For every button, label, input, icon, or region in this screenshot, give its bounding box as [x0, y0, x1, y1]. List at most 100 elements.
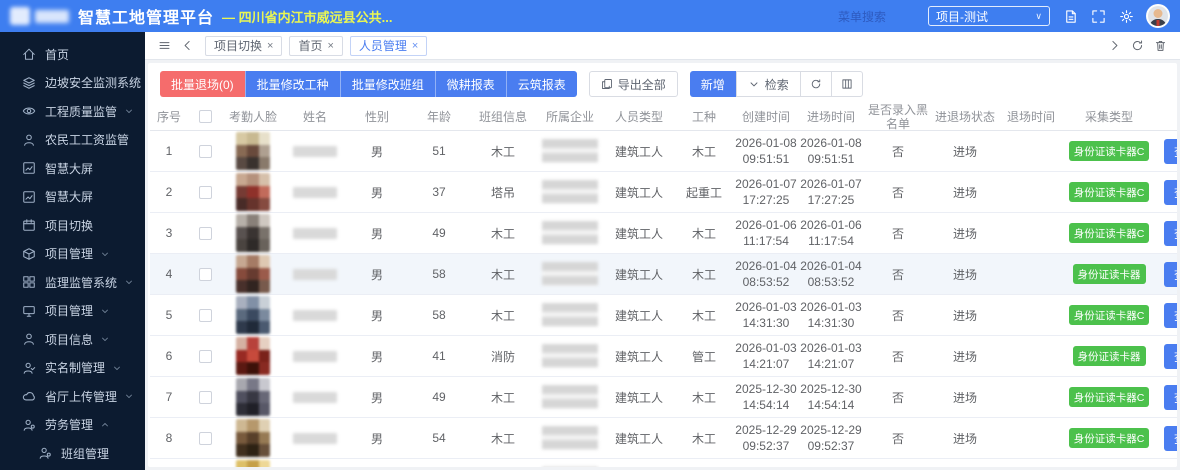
refresh-tab-icon[interactable]: [1131, 39, 1144, 52]
检索-button[interactable]: 检索: [736, 71, 801, 97]
select-all-checkbox[interactable]: [199, 110, 212, 123]
scroll-tabs-left-icon[interactable]: [181, 39, 194, 52]
table-row[interactable]: 4男58木工建筑工人木工2026-01-0408:53:522026-01-04…: [150, 254, 1177, 295]
view-button[interactable]: 查看: [1164, 344, 1177, 369]
sidebar-item-1[interactable]: 边坡安全监测系统: [0, 69, 145, 98]
cell-ptype: 建筑工人: [604, 131, 674, 171]
top-header: 智慧工地管理平台 — 四川省内江市威远县公共... 菜单搜索 项目-测试 ∨: [0, 0, 1180, 32]
close-tabs-trash-icon[interactable]: [1154, 39, 1167, 52]
cell-status: 进场: [932, 418, 998, 458]
tab-人员管理[interactable]: 人员管理 ×: [350, 36, 427, 56]
sidebar-item-4[interactable]: 智慧大屏: [0, 154, 145, 183]
sidebar-item-8[interactable]: 监理监管系统: [0, 268, 145, 297]
row-checkbox[interactable]: [199, 186, 212, 199]
cell-worktype: 起重工: [674, 172, 734, 212]
table-row[interactable]: 8男54木工建筑工人木工2025-12-2909:52:372025-12-29…: [150, 418, 1177, 459]
view-button[interactable]: 查看: [1164, 385, 1177, 410]
avatar[interactable]: [1146, 4, 1170, 28]
sidebar-item-7[interactable]: 项目管理: [0, 240, 145, 269]
云筑报表-button[interactable]: 云筑报表: [506, 71, 577, 97]
redacted-company: [542, 139, 598, 163]
cell-status: 进场: [932, 377, 998, 417]
row-checkbox[interactable]: [199, 145, 212, 158]
table-row[interactable]: 7男49木工建筑工人木工2025-12-3014:54:142025-12-30…: [150, 377, 1177, 418]
table-row[interactable]: 6男41消防建筑工人管工2026-01-0314:21:072026-01-03…: [150, 336, 1177, 377]
cell-blacklist: 否: [864, 418, 932, 458]
row-checkbox[interactable]: [199, 227, 212, 240]
col-exit: 退场时间: [998, 108, 1064, 125]
sidebar-item-13[interactable]: 劳务管理: [0, 411, 145, 440]
cell-gender: 男: [346, 418, 408, 458]
cell-status: 进场: [932, 295, 998, 335]
row-checkbox[interactable]: [199, 268, 212, 281]
sidebar-item-0[interactable]: 首页: [0, 40, 145, 69]
row-checkbox[interactable]: [199, 350, 212, 363]
sidebar-item-2[interactable]: 工程质量监管: [0, 97, 145, 126]
attendance-face-photo: [236, 337, 270, 375]
cell-seq: 1: [150, 131, 188, 171]
col-blacklist: 是否录入黑名单: [864, 103, 932, 131]
view-button[interactable]: 查看: [1164, 262, 1177, 287]
view-button[interactable]: 查看: [1164, 303, 1177, 328]
row-checkbox[interactable]: [199, 432, 212, 445]
chevron-down-icon: ∨: [1035, 11, 1042, 22]
scroll-tabs-right-icon[interactable]: [1108, 39, 1121, 52]
cell-name: [284, 295, 346, 335]
微耕报表-button[interactable]: 微耕报表: [435, 71, 506, 97]
chart-icon: [22, 190, 36, 204]
批量修改班组-button[interactable]: 批量修改班组: [340, 71, 435, 97]
table-row[interactable]: 3男49木工建筑工人木工2026-01-0611:17:542026-01-06…: [150, 213, 1177, 254]
table-row[interactable]: 2男37塔吊建筑工人起重工2026-01-0717:27:252026-01-0…: [150, 172, 1177, 213]
sidebar-subitem[interactable]: 班组管理: [0, 439, 145, 468]
view-button[interactable]: 查看: [1164, 426, 1177, 451]
gear-icon[interactable]: [1119, 9, 1134, 24]
sidebar-item-5[interactable]: 智慧大屏: [0, 183, 145, 212]
cell-company: [536, 459, 604, 467]
view-button[interactable]: 查看: [1164, 139, 1177, 164]
col-created: 创建时间: [734, 108, 798, 125]
cell-name: [284, 213, 346, 253]
新增-button[interactable]: 新增: [690, 71, 736, 97]
close-tab-icon[interactable]: ×: [267, 40, 273, 52]
批量退场(0)-button[interactable]: 批量退场(0): [160, 71, 245, 97]
project-select[interactable]: 项目-测试 ∨: [928, 6, 1050, 26]
tab-首页[interactable]: 首页 ×: [289, 36, 342, 56]
view-button[interactable]: 查看: [1164, 180, 1177, 205]
close-tab-icon[interactable]: ×: [327, 40, 333, 52]
row-checkbox[interactable]: [199, 309, 212, 322]
cell-action: 查看: [1154, 336, 1177, 376]
menu-collapse-icon[interactable]: [158, 39, 171, 52]
cell-created: 2026-01-0717:27:25: [734, 172, 798, 212]
close-tab-icon[interactable]: ×: [412, 40, 418, 52]
sidebar-item-label: 劳务管理: [45, 416, 93, 433]
fullscreen-icon[interactable]: [1091, 9, 1106, 24]
table-row[interactable]: 5男58木工建筑工人木工2026-01-0314:31:302026-01-03…: [150, 295, 1177, 336]
menu-search-link[interactable]: 菜单搜索: [838, 8, 886, 25]
table-row[interactable]: 1男51木工建筑工人木工2026-01-0809:51:512026-01-08…: [150, 131, 1177, 172]
columns-button[interactable]: [831, 71, 863, 97]
col-worktype: 工种: [674, 108, 734, 125]
cell-seq: 6: [150, 336, 188, 376]
collect-type-badge: 身份证读卡器C: [1069, 305, 1150, 325]
table-row[interactable]: 92025-12-292025-12-29身份证读卡器C查看: [150, 459, 1177, 467]
sidebar-item-3[interactable]: 农民工工资监管: [0, 126, 145, 155]
sidebar-item-6[interactable]: 项目切换: [0, 211, 145, 240]
cell-gender: 男: [346, 377, 408, 417]
导出全部-button[interactable]: 导出全部: [589, 71, 678, 97]
row-checkbox[interactable]: [199, 391, 212, 404]
cell-name: [284, 336, 346, 376]
sidebar-item-12[interactable]: 省厅上传管理: [0, 382, 145, 411]
cell-gender: 男: [346, 131, 408, 171]
view-button[interactable]: 查看: [1164, 221, 1177, 246]
sidebar-item-10[interactable]: 项目信息: [0, 325, 145, 354]
refresh-button[interactable]: [800, 71, 832, 97]
批量修改工种-button[interactable]: 批量修改工种: [245, 71, 340, 97]
col-ptype: 人员类型: [604, 108, 674, 125]
sidebar-item-11[interactable]: 实名制管理: [0, 354, 145, 383]
tab-项目切换[interactable]: 项目切换 ×: [205, 36, 282, 56]
document-icon[interactable]: [1063, 9, 1078, 24]
view-button[interactable]: 查看: [1164, 467, 1177, 468]
datetime: 2026-01-0717:27:25: [800, 176, 861, 208]
sidebar-item-label: 项目管理: [45, 302, 93, 319]
sidebar-item-9[interactable]: 项目管理: [0, 297, 145, 326]
